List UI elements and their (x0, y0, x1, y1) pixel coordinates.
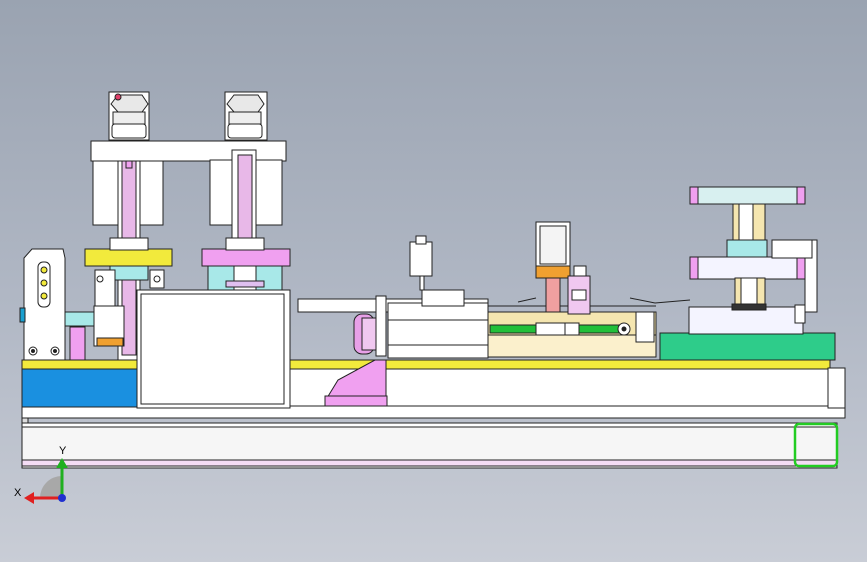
press-top-cap (689, 186, 806, 205)
rod-3 (545, 277, 561, 313)
blue-block[interactable] (21, 368, 140, 408)
press-green-base (659, 332, 836, 361)
cad-viewport[interactable]: Y X (0, 0, 867, 562)
base-plate-left-edge (21, 417, 29, 424)
vertical-cylinder-3[interactable] (517, 221, 656, 315)
orange-nut (535, 265, 571, 279)
small-sensor (409, 241, 433, 277)
cylinder-2-rod (237, 154, 253, 251)
pink-clamp-2 (201, 248, 291, 267)
press-cyan-disk (726, 239, 768, 258)
press-lower-block (688, 306, 804, 335)
pink-post (69, 326, 86, 361)
triad-base-quadrant (40, 476, 62, 498)
cylinder-assembly-2[interactable] (201, 91, 291, 293)
base-frame[interactable] (21, 405, 846, 469)
white-guide-block-1 (94, 269, 116, 307)
left-bracket[interactable] (19, 248, 96, 361)
central-housing[interactable] (136, 289, 291, 409)
triad-x-label: X (14, 487, 22, 499)
triad-z-axis (58, 494, 66, 502)
bed-right-end (827, 367, 846, 409)
cyan-clamp-small (64, 311, 96, 327)
motor-block (387, 302, 489, 359)
right-press-assembly[interactable] (654, 186, 836, 361)
press-mid-plate (689, 256, 807, 280)
top-crossbar[interactable] (90, 140, 287, 162)
triad-y-label: Y (59, 445, 67, 457)
nut-marker (114, 93, 122, 101)
yellow-clamp-1 (84, 248, 173, 267)
